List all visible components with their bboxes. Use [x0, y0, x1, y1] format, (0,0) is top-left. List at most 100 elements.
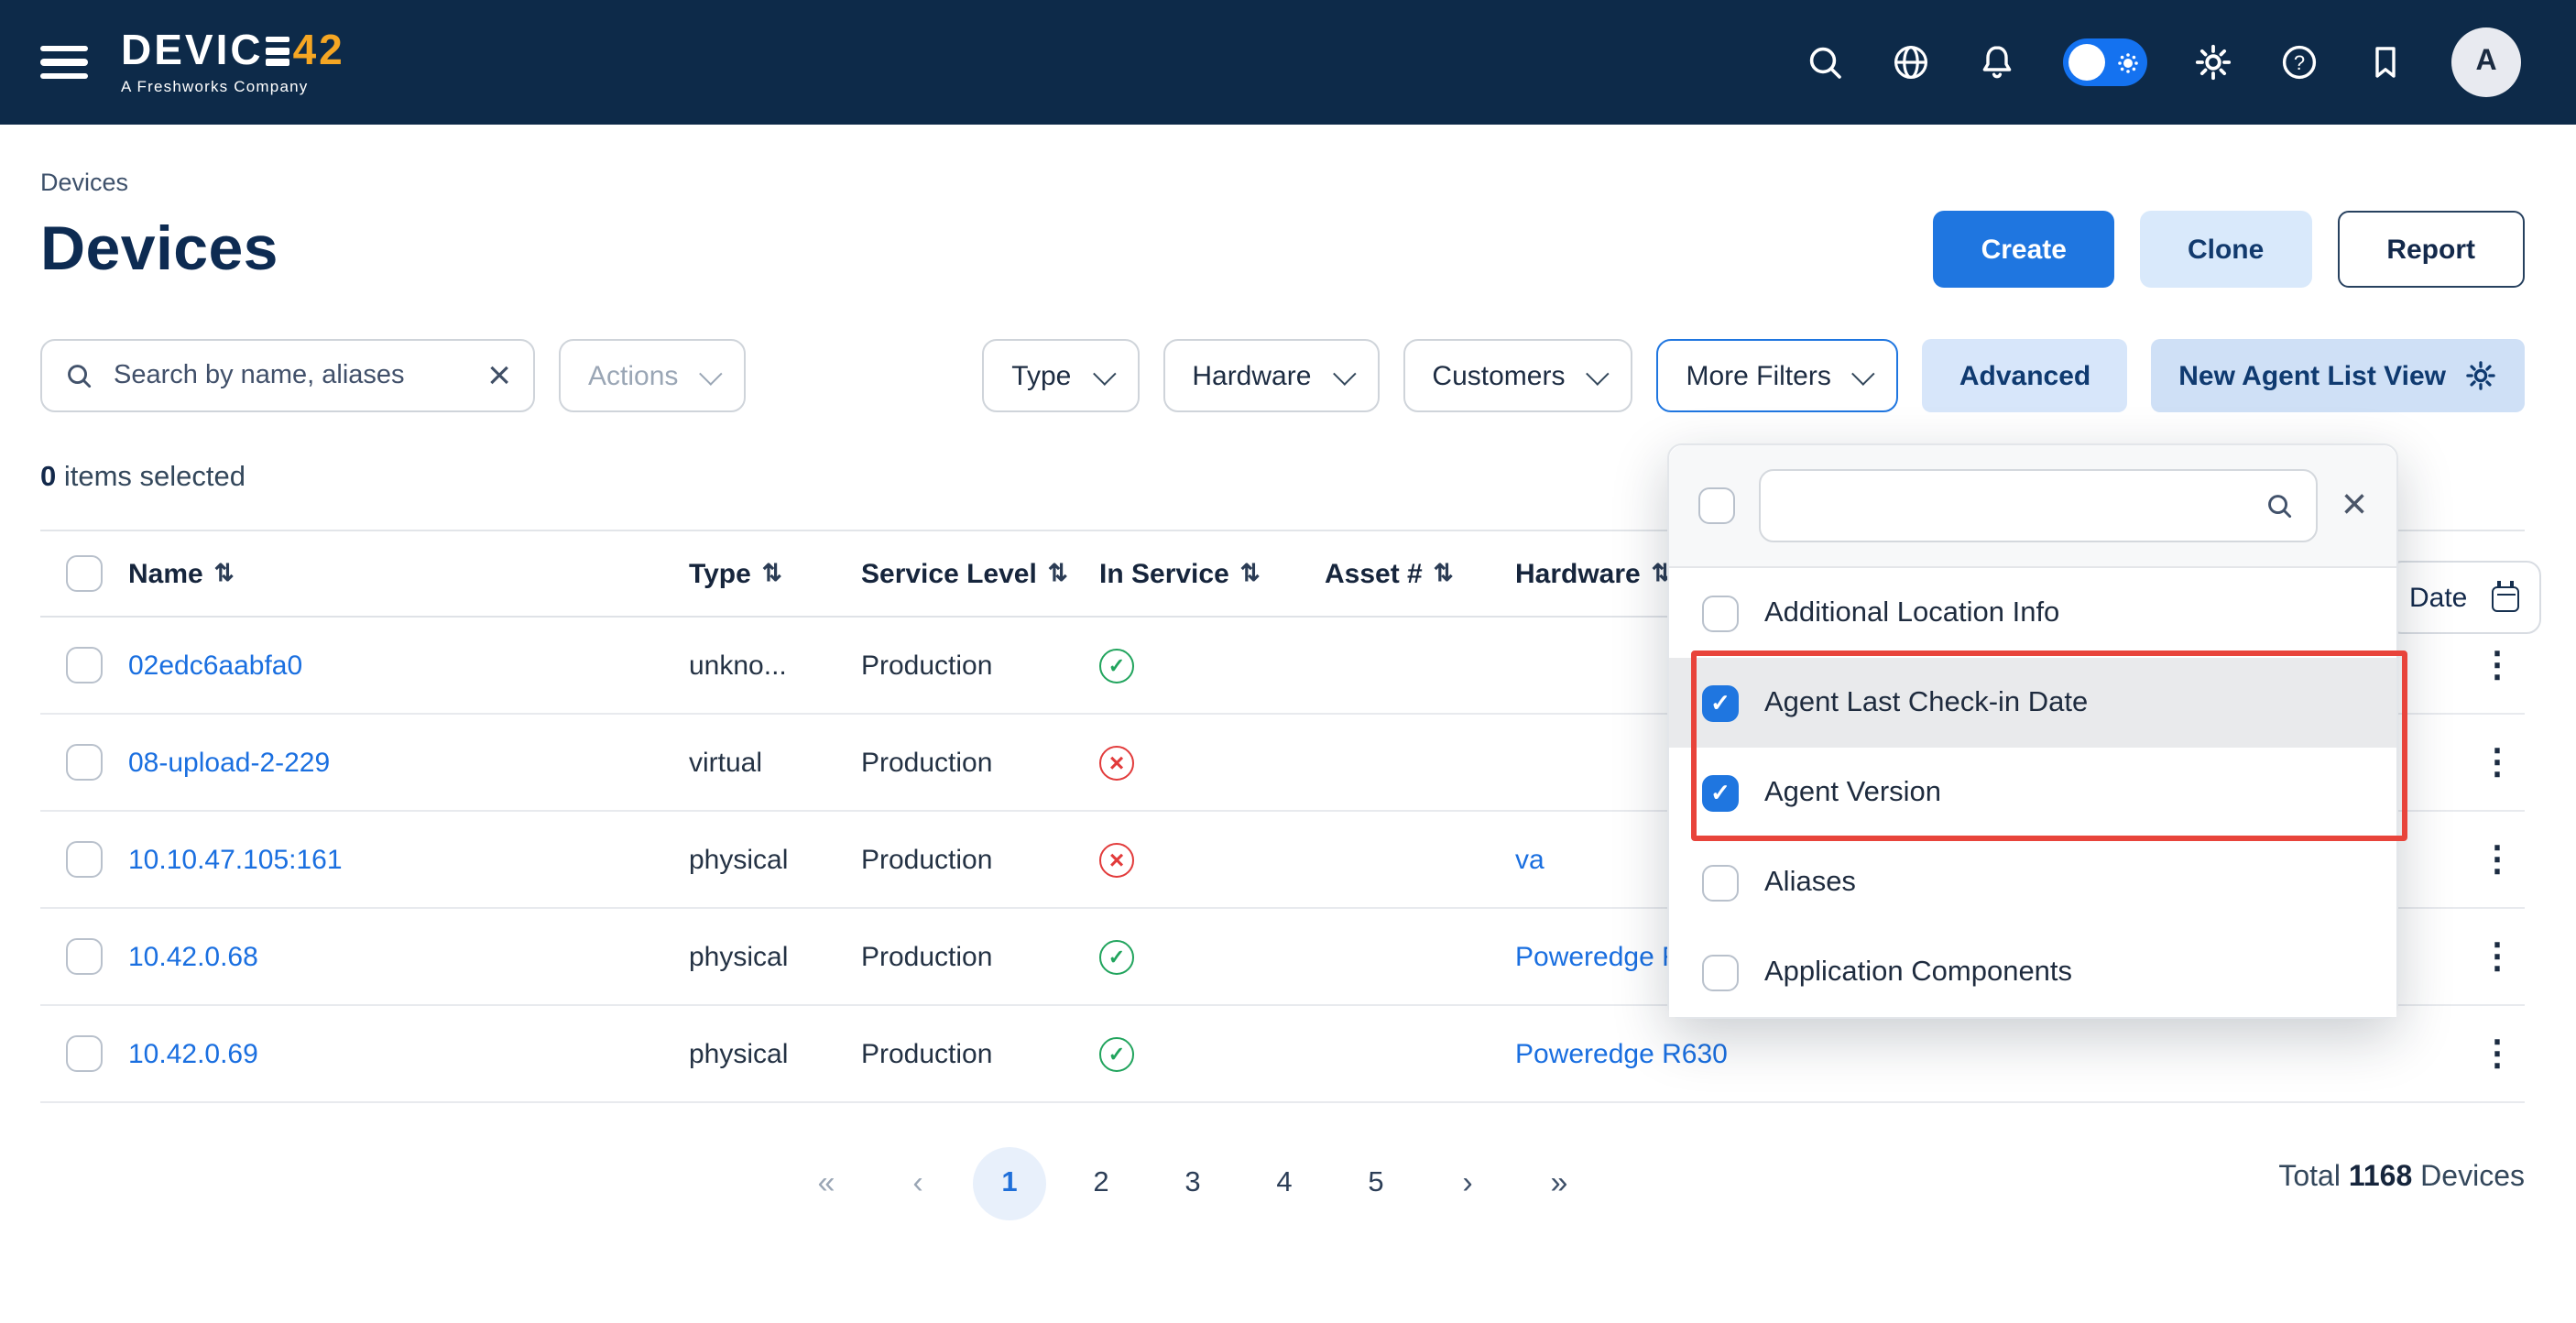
page-button-4[interactable]: 4: [1239, 1147, 1330, 1220]
chevron-down-icon: [1333, 361, 1356, 384]
page-button-5[interactable]: 5: [1330, 1147, 1422, 1220]
row-menu-kebab-icon[interactable]: [2470, 838, 2525, 880]
in-service-check-icon: [1099, 939, 1134, 974]
report-button[interactable]: Report: [2337, 211, 2525, 288]
hardware-filter-dropdown[interactable]: Hardware: [1162, 339, 1379, 412]
sort-icon[interactable]: [1434, 559, 1454, 588]
sort-icon[interactable]: [1048, 559, 1068, 588]
option-label: Agent Version: [1764, 776, 1941, 809]
prev-page-button[interactable]: ‹: [872, 1147, 964, 1220]
hamburger-menu-icon[interactable]: [40, 46, 88, 79]
selected-count: 0: [40, 462, 56, 493]
close-icon[interactable]: [2341, 484, 2367, 528]
filter-option-agent-version[interactable]: Agent Version: [1669, 748, 2396, 837]
date-filter-label: Date: [2409, 582, 2467, 613]
actions-dropdown[interactable]: Actions: [559, 339, 746, 412]
filter-option-agent-last-check-in-date[interactable]: Agent Last Check-in Date: [1669, 658, 2396, 748]
service-level: Production: [861, 941, 1099, 972]
help-icon[interactable]: ?: [2279, 42, 2319, 82]
sort-icon[interactable]: [762, 559, 782, 588]
filter-option-application-components[interactable]: Application Components: [1669, 927, 2396, 1017]
theme-toggle[interactable]: [2063, 38, 2147, 86]
chevron-down-icon: [1092, 361, 1115, 384]
column-name: Name: [128, 558, 203, 589]
customers-filter-dropdown[interactable]: Customers: [1403, 339, 1632, 412]
new-agent-list-view-button[interactable]: New Agent List View: [2151, 339, 2525, 412]
in-service-check-icon: [1099, 1036, 1134, 1071]
clone-button[interactable]: Clone: [2140, 211, 2311, 288]
breadcrumb[interactable]: Devices: [40, 169, 2525, 196]
option-checkbox[interactable]: [1702, 684, 1739, 721]
option-checkbox[interactable]: [1702, 864, 1739, 901]
row-checkbox[interactable]: [66, 938, 103, 975]
chevron-down-icon: [1852, 361, 1875, 384]
notifications-bell-icon[interactable]: [1977, 42, 2017, 82]
selected-label: items selected: [56, 462, 246, 493]
row-menu-kebab-icon[interactable]: [2470, 644, 2525, 686]
logo-letter-e: [266, 37, 289, 66]
last-page-button[interactable]: »: [1513, 1147, 1605, 1220]
row-menu-kebab-icon[interactable]: [2470, 1033, 2525, 1075]
page-button-3[interactable]: 3: [1147, 1147, 1239, 1220]
device-search-box: [40, 339, 535, 412]
next-page-button[interactable]: ›: [1422, 1147, 1513, 1220]
hardware-link[interactable]: Poweredge R630: [1515, 1038, 2413, 1069]
select-all-filters-checkbox[interactable]: [1698, 487, 1735, 524]
device-name-link[interactable]: 08-upload-2-229: [128, 747, 689, 778]
not-in-service-x-icon: [1099, 745, 1134, 780]
hardware-filter-label: Hardware: [1192, 360, 1311, 391]
search-icon: [64, 361, 93, 390]
first-page-button[interactable]: «: [780, 1147, 872, 1220]
user-avatar[interactable]: A: [2451, 27, 2521, 97]
toggle-knob: [2068, 44, 2105, 81]
actions-dropdown-label: Actions: [588, 360, 678, 391]
type-filter-dropdown[interactable]: Type: [982, 339, 1139, 412]
top-navbar: DEVIC 42 A Freshworks Company: [0, 0, 2576, 125]
clear-search-icon[interactable]: [487, 355, 511, 396]
select-all-checkbox[interactable]: [66, 555, 103, 592]
device-search-input[interactable]: [110, 359, 471, 392]
more-filters-panel: Additional Location Info Agent Last Chec…: [1667, 443, 2398, 1019]
row-checkbox[interactable]: [66, 744, 103, 781]
row-menu-kebab-icon[interactable]: [2470, 741, 2525, 783]
device-name-link[interactable]: 10.42.0.68: [128, 941, 689, 972]
row-checkbox[interactable]: [66, 841, 103, 878]
device42-logo: DEVIC 42 A Freshworks Company: [121, 30, 345, 95]
more-filters-dropdown[interactable]: More Filters: [1656, 339, 1898, 412]
row-checkbox[interactable]: [66, 1035, 103, 1072]
date-filter[interactable]: Date: [2387, 561, 2541, 634]
column-service-level: Service Level: [861, 558, 1037, 589]
pagination: « ‹ 1 2 3 4 5 › »: [780, 1147, 1605, 1220]
option-checkbox[interactable]: [1702, 954, 1739, 990]
advanced-button[interactable]: Advanced: [1923, 339, 2127, 412]
option-checkbox[interactable]: [1702, 595, 1739, 631]
create-button[interactable]: Create: [1934, 211, 2114, 288]
gear-icon: [2464, 359, 2497, 392]
row-checkbox[interactable]: [66, 647, 103, 683]
row-menu-kebab-icon[interactable]: [2470, 935, 2525, 978]
sun-icon: [2123, 58, 2133, 67]
sort-icon[interactable]: [214, 559, 235, 588]
device-name-link[interactable]: 02edc6aabfa0: [128, 650, 689, 681]
page-button-1[interactable]: 1: [973, 1147, 1046, 1220]
search-icon[interactable]: [1805, 42, 1845, 82]
globe-icon[interactable]: [1891, 42, 1931, 82]
filter-option-aliases[interactable]: Aliases: [1669, 837, 2396, 927]
customers-filter-label: Customers: [1432, 360, 1565, 391]
sort-icon[interactable]: [1240, 559, 1261, 588]
in-service-check-icon: [1099, 648, 1134, 683]
device-name-link[interactable]: 10.42.0.69: [128, 1038, 689, 1069]
option-checkbox[interactable]: [1702, 774, 1739, 811]
option-label: Application Components: [1764, 956, 2072, 989]
option-label: Agent Last Check-in Date: [1764, 686, 2088, 719]
total-suffix: Devices: [2412, 1162, 2525, 1193]
device-name-link[interactable]: 10.10.47.105:161: [128, 844, 689, 875]
filter-search-input[interactable]: [1783, 489, 2250, 522]
filter-option-additional-location-info[interactable]: Additional Location Info: [1669, 568, 2396, 658]
settings-gear-icon[interactable]: [2193, 42, 2233, 82]
advanced-label: Advanced: [1959, 360, 2090, 391]
bookmark-icon[interactable]: [2365, 42, 2406, 82]
chevron-down-icon: [700, 361, 723, 384]
page-button-2[interactable]: 2: [1055, 1147, 1147, 1220]
service-level: Production: [861, 747, 1099, 778]
